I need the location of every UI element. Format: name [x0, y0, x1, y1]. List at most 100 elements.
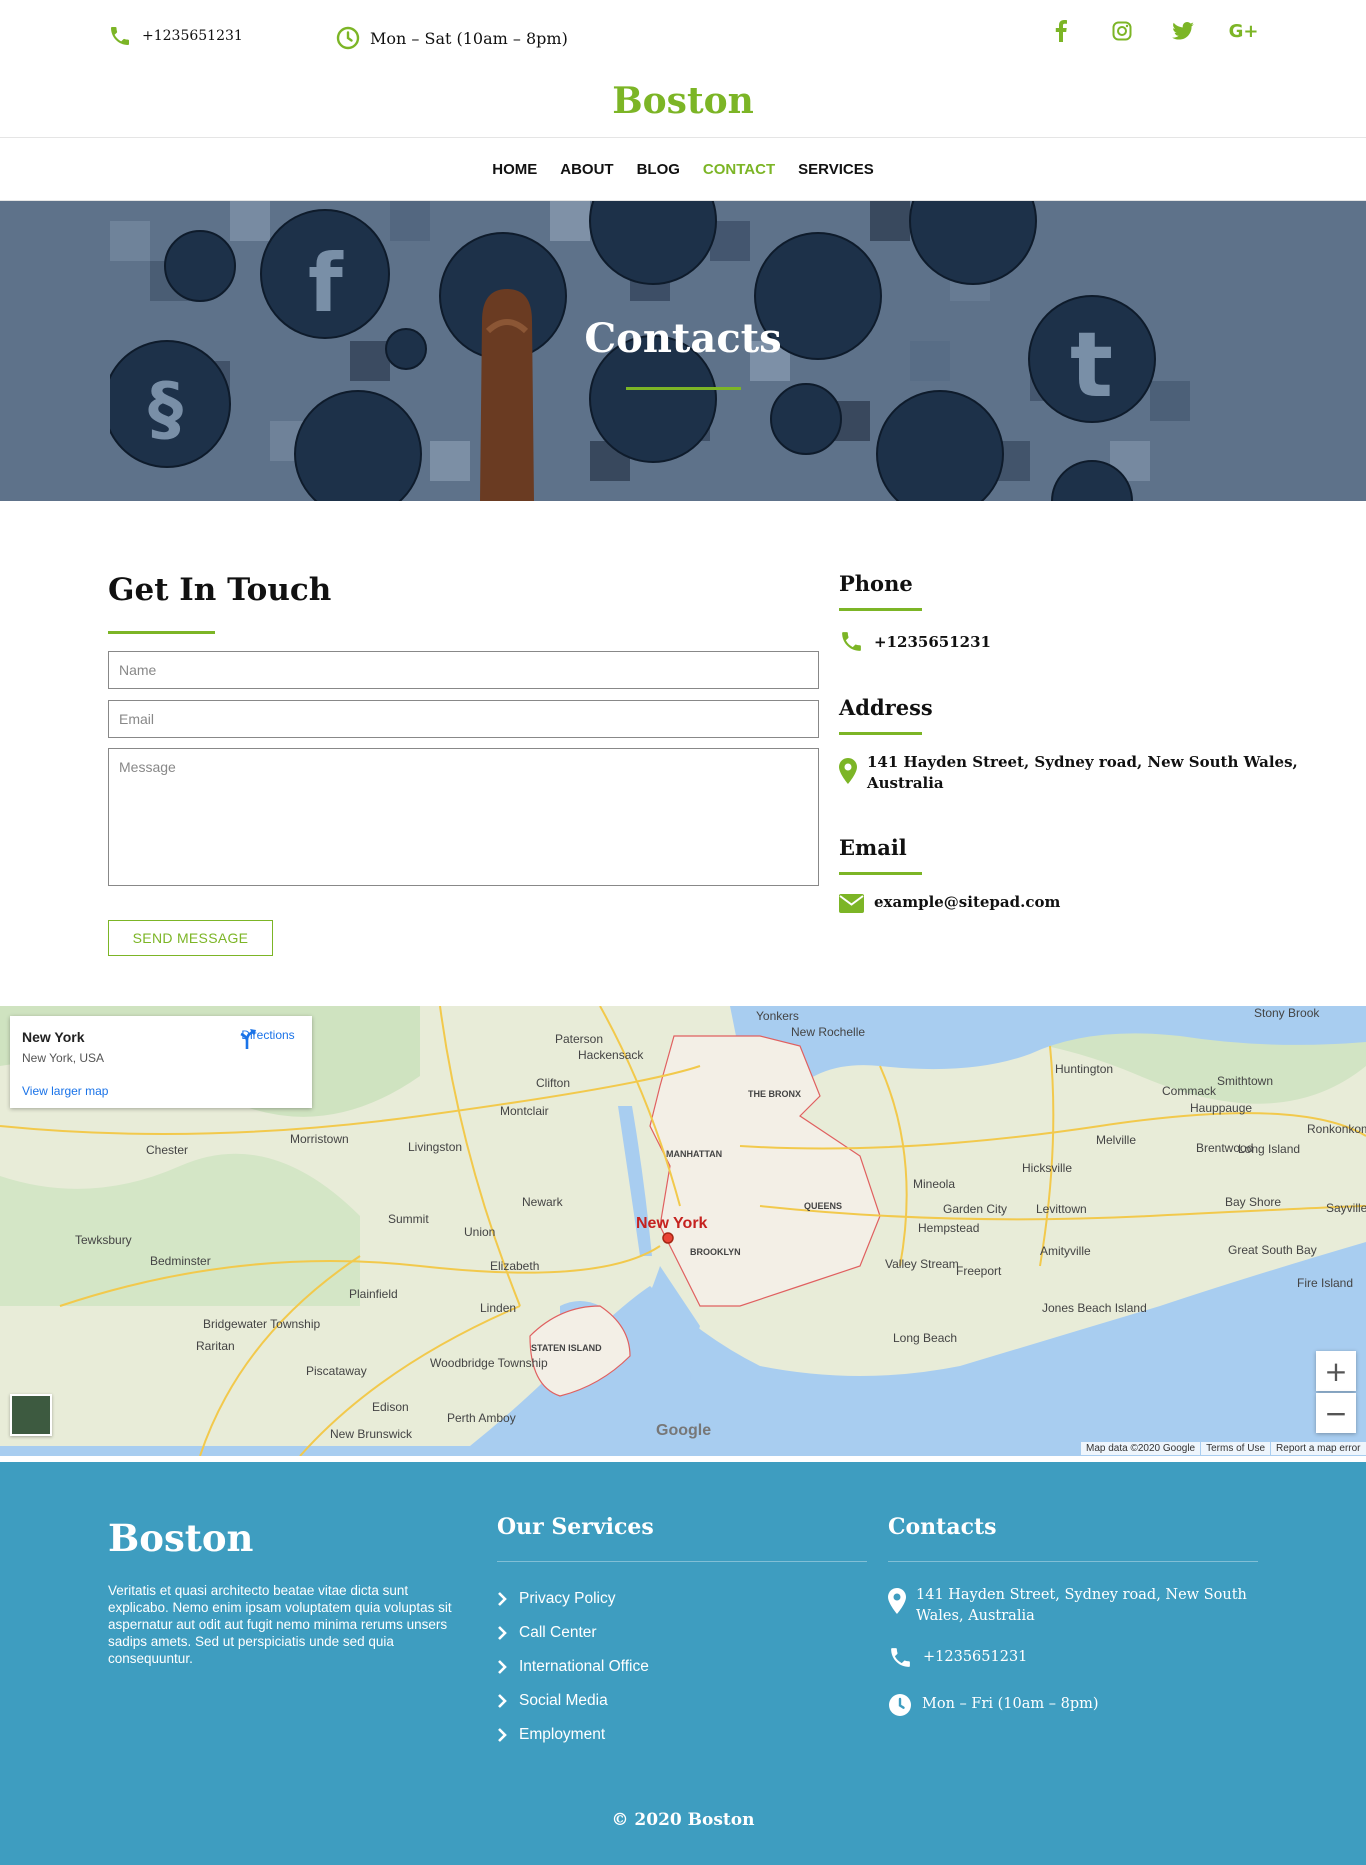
map-zoom-in-button[interactable]: +	[1316, 1351, 1356, 1391]
map-place-label: Piscataway	[306, 1364, 367, 1378]
footer-address-line1: 141 Hayden Street, Sydney road, New Sout…	[916, 1587, 1247, 1603]
google-plus-icon[interactable]: G+	[1213, 18, 1274, 44]
footer-service-label: International Office	[519, 1658, 649, 1675]
footer-description: Veritatis et quasi architecto beatae vit…	[108, 1583, 452, 1666]
contact-address-line1: 141 Hayden Street, Sydney road, New Sout…	[867, 753, 1298, 771]
email-input[interactable]	[108, 700, 819, 738]
name-input[interactable]	[108, 651, 819, 689]
send-message-button[interactable]: SEND MESSAGE	[108, 920, 273, 956]
chevron-right-icon	[498, 1660, 507, 1674]
footer-service-link[interactable]: International Office	[497, 1658, 649, 1676]
topbar-hours: Mon – Sat (10am – 8pm)	[336, 26, 568, 50]
contact-address-line2: Australia	[867, 774, 944, 792]
nav-services[interactable]: SERVICES	[798, 161, 874, 178]
map-place-label: Edison	[372, 1400, 409, 1414]
contact-email-text[interactable]: example@sitepad.com	[874, 892, 1060, 913]
map-place-label: Clifton	[536, 1076, 570, 1090]
phone-icon	[842, 632, 861, 651]
map-data-credit: Map data ©2020 Google	[1081, 1442, 1201, 1455]
map-marker[interactable]	[662, 1232, 674, 1244]
map-place-label: Jones Beach Island	[1042, 1301, 1147, 1315]
facebook-icon[interactable]	[1030, 18, 1091, 44]
map-attribution: Map data ©2020 Google Terms of Use Repor…	[1080, 1442, 1366, 1455]
footer-service-link[interactable]: Privacy Policy	[497, 1590, 615, 1608]
map-place-label: Hauppauge	[1190, 1101, 1252, 1115]
map-place-label: Union	[464, 1225, 495, 1239]
map-place-label: New Rochelle	[791, 1025, 865, 1039]
site-logo[interactable]: Boston	[0, 80, 1366, 122]
footer-address-line2: Wales, Australia	[916, 1608, 1035, 1624]
map-place-label: Hicksville	[1022, 1161, 1072, 1175]
map-place-label: Garden City	[943, 1202, 1007, 1216]
map-place-label: Stony Brook	[1254, 1006, 1320, 1020]
view-larger-map-link[interactable]: View larger map	[22, 1084, 108, 1098]
chevron-right-icon	[498, 1592, 507, 1606]
phone-icon	[111, 27, 129, 45]
footer-hours-text: Mon – Fri (10am – 8pm)	[922, 1696, 1099, 1712]
map-place-label: Paterson	[555, 1032, 603, 1046]
footer-service-label: Call Center	[519, 1624, 597, 1641]
map-pin-icon	[888, 1588, 906, 1614]
footer-service-link[interactable]: Employment	[497, 1726, 605, 1744]
footer-service-label: Privacy Policy	[519, 1590, 616, 1607]
message-textarea[interactable]	[108, 748, 819, 886]
map-report-link[interactable]: Report a map error	[1271, 1442, 1366, 1455]
hero-title: Contacts	[584, 315, 782, 362]
map-zoom-out-button[interactable]: −	[1316, 1393, 1356, 1433]
phone-heading-underline	[839, 608, 922, 611]
map-place-label: Woodbridge Township	[430, 1356, 548, 1370]
contact-form-underline	[108, 631, 215, 634]
map-place-label: Brentwood	[1196, 1141, 1253, 1155]
main-nav: HOME ABOUT BLOG CONTACT SERVICES	[0, 137, 1366, 201]
map-place-label: Newark	[522, 1195, 564, 1209]
clock-icon	[889, 1694, 911, 1716]
map-place-label: Melville	[1096, 1133, 1136, 1147]
email-heading-underline	[839, 872, 922, 875]
nav-home[interactable]: HOME	[492, 161, 537, 178]
map-directions-button[interactable]: Directions	[236, 1028, 300, 1049]
map-satellite-toggle[interactable]	[10, 1394, 52, 1436]
footer-logo[interactable]: Boston	[108, 1516, 253, 1560]
map-place-label: Freeport	[956, 1264, 1002, 1278]
instagram-icon[interactable]	[1091, 18, 1152, 44]
map-place-label: Livingston	[408, 1140, 462, 1154]
map-place-label: STATEN ISLAND	[531, 1343, 602, 1353]
footer-service-label: Employment	[519, 1726, 606, 1743]
map-place-label: Valley Stream	[885, 1257, 959, 1271]
nav-about[interactable]: ABOUT	[560, 161, 613, 178]
topbar-phone-text: +1235651231	[142, 28, 243, 44]
map-place-label: Huntington	[1055, 1062, 1113, 1076]
footer-service-link[interactable]: Call Center	[497, 1624, 597, 1642]
site-footer: Boston Veritatis et quasi architecto bea…	[0, 1462, 1366, 1865]
map-place-label: QUEENS	[804, 1201, 842, 1211]
map-place-label: Perth Amboy	[447, 1411, 516, 1425]
contact-phone-row: +1235651231	[839, 629, 991, 654]
map-place-label: BROOKLYN	[690, 1247, 741, 1257]
nav-contact[interactable]: CONTACT	[703, 161, 775, 178]
chevron-right-icon	[498, 1728, 507, 1742]
map-place-label: Levittown	[1036, 1202, 1087, 1216]
phone-icon	[891, 1648, 910, 1667]
map-place-card: New York New York, USA View larger map D…	[10, 1016, 312, 1108]
map-place-label: Smithtown	[1217, 1074, 1273, 1088]
footer-service-link[interactable]: Social Media	[497, 1692, 608, 1710]
map-terms-link[interactable]: Terms of Use	[1201, 1442, 1271, 1455]
nav-blog[interactable]: BLOG	[637, 161, 680, 178]
map-place-label: Sayville	[1326, 1201, 1366, 1215]
topbar-hours-text: Mon – Sat (10am – 8pm)	[370, 28, 568, 48]
contact-phone-text: +1235651231	[874, 633, 991, 651]
map-place-label: Plainfield	[349, 1287, 398, 1301]
footer-contacts-heading: Contacts	[888, 1514, 997, 1540]
footer-services-heading: Our Services	[497, 1514, 654, 1540]
map-place-label: Montclair	[500, 1104, 549, 1118]
map-place-label: Long Beach	[893, 1331, 957, 1345]
map-place-title: New York	[22, 1029, 85, 1045]
embedded-map[interactable]: Yonkers New Rochelle Paterson Hackensack Cli…	[0, 1006, 1366, 1456]
hero-underline	[626, 387, 741, 390]
phone-heading: Phone	[839, 571, 913, 596]
twitter-icon[interactable]	[1152, 18, 1213, 44]
map-place-label: Fire Island	[1297, 1276, 1353, 1290]
map-place-label: Bay Shore	[1225, 1195, 1281, 1209]
map-place-label: Amityville	[1040, 1244, 1091, 1258]
map-center-label: New York	[636, 1215, 708, 1232]
